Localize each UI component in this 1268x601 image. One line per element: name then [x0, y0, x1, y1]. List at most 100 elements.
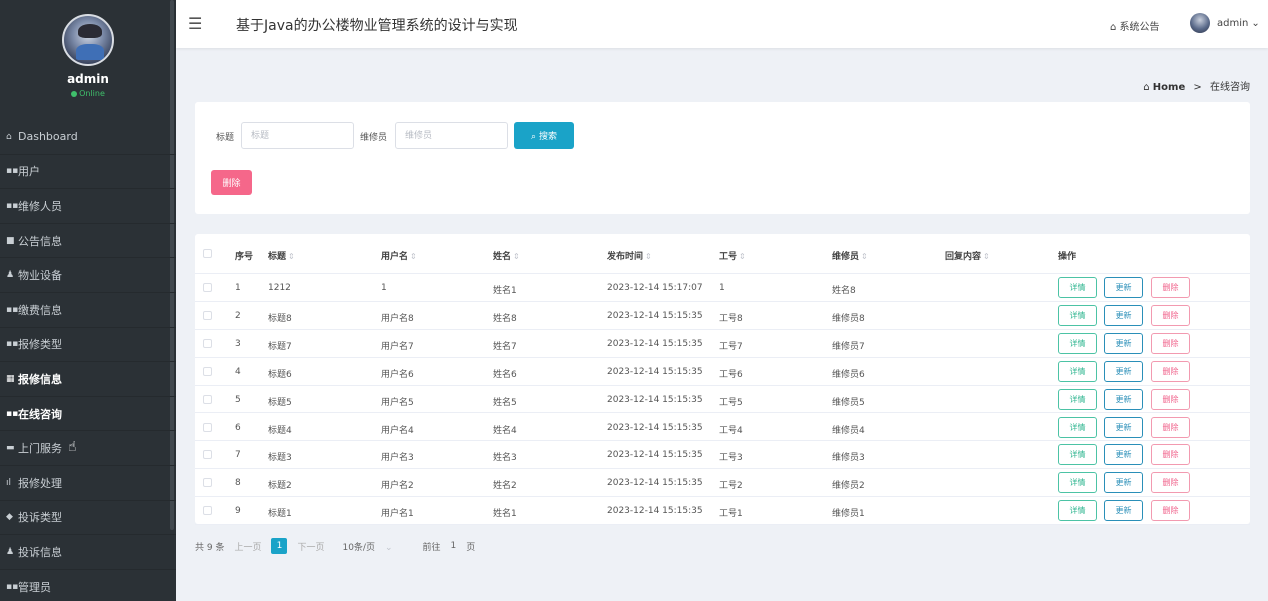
column-header[interactable]: 用户名 ⇕ [381, 249, 417, 262]
row-checkbox[interactable] [203, 338, 212, 348]
sidebar-item-home-service[interactable]: ▬ 上门服务 ☝ [0, 431, 176, 466]
sidebar-item-repair-info[interactable]: ▦ 报修信息 [0, 362, 176, 397]
sidebar-menu: ⌂ Dashboard ▪▪ 用户 ▪▪ 维修人员 ■ 公告信息 ♟ 物业设备 ▪▪ 缴费信息 ▪▪ 报修… [0, 120, 176, 601]
row-checkbox[interactable] [203, 366, 212, 376]
row-checkbox[interactable] [203, 450, 212, 460]
table-header: 序号 标题 ⇕ 用户名 ⇕ 姓名 ⇕ 发布时间 ⇕ 工号 ⇕ 维修员 ⇕ 回复内容 ⇕ 操作 [195, 234, 1250, 274]
update-button[interactable]: 更新 [1104, 444, 1143, 466]
sidebar-item-complaint-types[interactable]: ◆ 投诉类型 [0, 501, 176, 536]
sidebar-item-repair-staff[interactable]: ▪▪ 维修人员 [0, 189, 176, 224]
search-button[interactable]: ⌕ 搜索 [514, 122, 574, 149]
sidebar-item-repair-handling[interactable]: ıl 报修处理 [0, 466, 176, 501]
delete-button[interactable]: 删除 [1151, 304, 1190, 326]
column-header[interactable]: 工号 ⇕ [719, 249, 746, 262]
detail-button[interactable]: 详情 [1058, 416, 1097, 438]
select-all-checkbox[interactable] [203, 249, 212, 258]
cell-username: 用户名5 [381, 397, 414, 408]
column-header-label: 姓名 [493, 252, 512, 262]
payments-icon: ▪▪ [6, 304, 19, 315]
row-checkbox[interactable] [203, 394, 212, 404]
sidebar-item-admins[interactable]: ▪▪ 管理员 [0, 570, 176, 601]
row-checkbox[interactable] [203, 310, 212, 320]
column-header[interactable]: 标题 ⇕ [268, 249, 295, 262]
sidebar-item-repair-types[interactable]: ▪▪ 报修类型 [0, 328, 176, 363]
sort-icon[interactable]: ⇕ [288, 252, 295, 261]
cell-repairer: 维修员2 [832, 481, 865, 492]
column-header-label: 回复内容 [945, 252, 982, 262]
detail-button[interactable]: 详情 [1058, 500, 1097, 522]
sort-icon[interactable]: ⇕ [410, 252, 417, 261]
cell-time: 2023-12-14 15:15:35 [607, 422, 703, 433]
sidebar-item-payments[interactable]: ▪▪ 缴费信息 [0, 293, 176, 328]
column-header[interactable]: 回复内容 ⇕ [945, 249, 990, 262]
admins-icon: ▪▪ [6, 581, 19, 592]
sort-icon[interactable]: ⇕ [645, 252, 652, 261]
delete-button[interactable]: 删除 [1151, 388, 1190, 410]
column-header[interactable]: 姓名 ⇕ [493, 249, 520, 262]
sort-icon[interactable]: ⇕ [739, 252, 746, 261]
sidebar-item-notices[interactable]: ■ 公告信息 [0, 224, 176, 259]
repair-search-input[interactable] [395, 122, 508, 149]
delete-button[interactable]: 删除 [1151, 444, 1190, 466]
sidebar-item-online-consult[interactable]: ▪▪ 在线咨询 [0, 397, 176, 432]
column-header: 序号 [235, 249, 253, 262]
update-button[interactable]: 更新 [1104, 416, 1143, 438]
detail-button[interactable]: 详情 [1058, 277, 1097, 298]
cell-name: 姓名1 [493, 286, 517, 296]
delete-button[interactable]: 删除 [1151, 332, 1190, 354]
breadcrumb-home[interactable]: Home [1153, 82, 1185, 93]
cell-job-no: 工号7 [719, 341, 743, 352]
detail-button[interactable]: 详情 [1058, 360, 1097, 382]
notice-link[interactable]: ⌂ 系统公告 [1110, 18, 1160, 33]
delete-button[interactable]: 删除 [1151, 360, 1190, 382]
repair-info-icon: ▦ [6, 373, 15, 384]
delete-button[interactable]: 删除 [1151, 416, 1190, 438]
update-button[interactable]: 更新 [1104, 388, 1143, 410]
update-button[interactable]: 更新 [1104, 472, 1143, 494]
pointer-cursor-icon: ☝ [68, 439, 77, 456]
sort-icon[interactable]: ⇕ [983, 252, 990, 261]
update-button[interactable]: 更新 [1104, 277, 1143, 298]
prev-page-button[interactable]: 上一页 [234, 540, 261, 553]
update-button[interactable]: 更新 [1104, 332, 1143, 354]
detail-button[interactable]: 详情 [1058, 332, 1097, 354]
update-button[interactable]: 更新 [1104, 304, 1143, 326]
sidebar-item-users[interactable]: ▪▪ 用户 [0, 155, 176, 190]
cell-time: 2023-12-14 15:15:35 [607, 450, 703, 461]
cell-no: 9 [235, 506, 241, 517]
column-header[interactable]: 发布时间 ⇕ [607, 249, 652, 262]
row-checkbox[interactable] [203, 478, 212, 488]
next-page-button[interactable]: 下一页 [297, 540, 324, 553]
detail-button[interactable]: 详情 [1058, 304, 1097, 326]
title-search-input[interactable] [241, 122, 354, 149]
user-menu[interactable]: admin ⌄ [1190, 13, 1260, 33]
online-status-label: Online [79, 89, 105, 98]
sidebar-item-property-equipment[interactable]: ♟ 物业设备 [0, 258, 176, 293]
column-header-label: 维修员 [832, 252, 860, 262]
table-row: 5 标题5 用户名5 姓名5 2023-12-14 15:15:35 工号5 维修员5 详情更… [195, 386, 1250, 414]
sidebar-item-complaint-info[interactable]: ♟ 投诉信息 [0, 535, 176, 570]
delete-button[interactable]: 删除 [1151, 277, 1190, 298]
update-button[interactable]: 更新 [1104, 500, 1143, 522]
search-button-label: 搜索 [538, 132, 557, 142]
sort-icon[interactable]: ⇕ [513, 252, 520, 261]
goto-page-input[interactable]: 1 [451, 541, 457, 551]
column-header[interactable]: 维修员 ⇕ [832, 249, 868, 262]
page-size-select[interactable]: 10条/页 ⌄ [342, 540, 392, 553]
menu-toggle-icon[interactable]: ☰ [188, 14, 202, 33]
detail-button[interactable]: 详情 [1058, 472, 1097, 494]
sort-icon[interactable]: ⇕ [861, 252, 868, 261]
delete-button[interactable]: 删除 [1151, 500, 1190, 522]
column-header-label: 序号 [235, 252, 254, 262]
cell-username: 用户名4 [381, 425, 414, 436]
row-checkbox[interactable] [203, 506, 212, 516]
current-page-button[interactable]: 1 [271, 538, 288, 554]
detail-button[interactable]: 详情 [1058, 388, 1097, 410]
detail-button[interactable]: 详情 [1058, 444, 1097, 466]
row-checkbox[interactable] [203, 422, 212, 432]
sidebar-item-dashboard[interactable]: ⌂ Dashboard [0, 120, 176, 155]
row-checkbox[interactable] [203, 283, 212, 292]
update-button[interactable]: 更新 [1104, 360, 1143, 382]
batch-delete-button[interactable]: 删除 [211, 170, 252, 195]
delete-button[interactable]: 删除 [1151, 472, 1190, 494]
